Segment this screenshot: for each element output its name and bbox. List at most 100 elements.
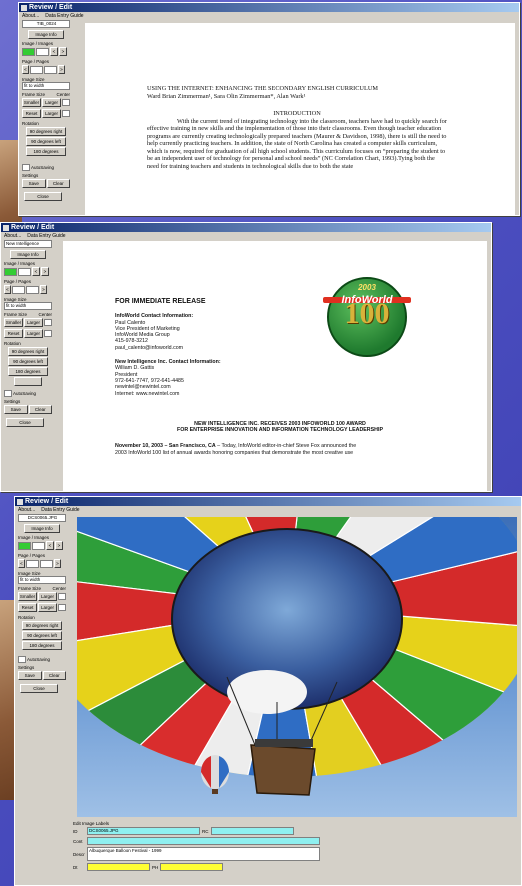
autosave-checkbox[interactable] [18, 656, 26, 663]
center-checkbox[interactable] [58, 593, 66, 600]
center-checkbox-2[interactable] [44, 330, 52, 337]
clear-button[interactable]: Clear [42, 671, 66, 680]
reset-button[interactable]: Reset [18, 603, 37, 612]
window-titlebar[interactable]: Review / Edit [15, 497, 521, 506]
reset-button[interactable]: Reset [4, 329, 23, 338]
rotate-left-button[interactable]: 90 degrees left [22, 631, 62, 640]
label-ph-field[interactable] [160, 863, 224, 871]
autosave-row: AutoSaving [22, 164, 70, 171]
image-viewer[interactable] [77, 517, 517, 817]
menu-data-entry-guide[interactable]: Data Entry Guide [45, 13, 83, 19]
clear-button[interactable]: Clear [28, 405, 52, 414]
save-button[interactable]: Save [18, 671, 42, 680]
headline-line-2: FOR ENTERPRISE INNOVATION AND INFORMATIO… [177, 427, 383, 434]
rotate-180-button[interactable]: 180 degrees [22, 641, 62, 650]
settings-row: Save Clear [4, 404, 52, 415]
image-info-button[interactable]: Image Info [24, 524, 60, 533]
page-first-button[interactable]: < [4, 285, 11, 294]
frame-size-label: Frame Size [18, 586, 42, 591]
larger-button[interactable]: Larger [24, 318, 43, 327]
image-size-select[interactable]: fit to width [18, 576, 66, 584]
label-descr-field[interactable]: Albuquerque Balloon Festival - 1999 [87, 847, 320, 861]
page-next-button[interactable]: > [40, 285, 47, 294]
image-next-button[interactable]: > [41, 267, 49, 276]
image-index-field[interactable] [18, 541, 31, 550]
save-button[interactable]: Save [4, 405, 28, 414]
image-index-field[interactable] [22, 47, 35, 56]
page-index-field[interactable] [30, 65, 43, 74]
image-next-button[interactable]: > [55, 541, 63, 550]
file-id-field[interactable]: New Intelligence Press Rel [4, 240, 52, 248]
rotate-180-button[interactable]: 180 degrees [8, 367, 48, 376]
close-button[interactable]: Close [20, 684, 58, 693]
rotate-180-button[interactable]: 180 degrees [26, 147, 66, 156]
file-id-field[interactable]: TIB_0024 [22, 20, 70, 28]
file-id-field[interactable]: DCS0065.JPG [18, 514, 66, 522]
rotate-left-button[interactable]: 90 degrees left [8, 357, 48, 366]
frame-buttons-row-1: Smaller Larger [22, 97, 70, 108]
lead-text: – Today, InfoWorld editor-in-chief Steve… [215, 443, 357, 450]
image-prev-button[interactable]: < [46, 541, 54, 550]
larger-button-2[interactable]: Larger [42, 109, 61, 118]
menu-about[interactable]: About... [4, 233, 21, 239]
center-label: Center [56, 92, 70, 97]
larger-button[interactable]: Larger [38, 592, 57, 601]
rotate-right-button[interactable]: 90 degrees right [8, 347, 48, 356]
image-prev-button[interactable]: < [50, 47, 58, 56]
autosave-checkbox[interactable] [22, 164, 30, 171]
edit-image-labels-panel: Edit Image Labels ID DCS0065.JPG RC Cont… [73, 821, 513, 883]
image-nav-row: < > [18, 540, 66, 551]
smaller-button[interactable]: Smaller [4, 318, 23, 327]
label-rc-field[interactable] [210, 827, 294, 835]
clear-button[interactable]: Clear [46, 179, 70, 188]
label-cont-field[interactable] [87, 837, 320, 845]
image-next-button[interactable]: > [59, 47, 67, 56]
smaller-button[interactable]: Smaller [18, 592, 37, 601]
label-cont-tag: Cont [73, 838, 83, 844]
page-first-button[interactable]: < [18, 559, 25, 568]
larger-button-2[interactable]: Larger [38, 603, 57, 612]
center-checkbox[interactable] [44, 319, 52, 326]
image-info-button[interactable]: Image Info [28, 30, 64, 39]
center-checkbox-2[interactable] [62, 110, 70, 117]
rotation-label: Rotation [4, 341, 21, 346]
page-index-field[interactable] [26, 559, 39, 568]
image-prev-button[interactable]: < [32, 267, 40, 276]
menu-about[interactable]: About... [22, 13, 39, 19]
page-next-button[interactable]: > [54, 559, 61, 568]
window-titlebar[interactable]: Review / Edit [1, 223, 491, 232]
center-checkbox-2[interactable] [58, 604, 66, 611]
larger-button-2[interactable]: Larger [24, 329, 43, 338]
document-viewer[interactable]: USING THE INTERNET: ENHANCING THE SECOND… [85, 23, 515, 215]
window-titlebar[interactable]: Review / Edit [19, 3, 519, 12]
image-index-field[interactable] [4, 267, 17, 276]
blank-button[interactable] [14, 377, 42, 386]
reset-button[interactable]: Reset [22, 109, 41, 118]
frame-buttons-row-1: Smaller Larger [4, 317, 52, 328]
frame-buttons-row-2: Reset Larger [4, 328, 52, 339]
rotate-left-button[interactable]: 90 degrees left [26, 137, 66, 146]
label-dt-field[interactable] [87, 863, 150, 871]
menu-data-entry-guide[interactable]: Data Entry Guide [27, 233, 65, 239]
image-size-select[interactable]: fit to width [22, 82, 70, 90]
image-size-select[interactable]: fit to width [4, 302, 52, 310]
close-button[interactable]: Close [6, 418, 44, 427]
rotate-right-button[interactable]: 90 degrees right [26, 127, 66, 136]
document-viewer[interactable]: FOR IMMEDIATE RELEASE InfoWorld Contact … [63, 241, 487, 491]
image-info-button[interactable]: Image Info [10, 250, 46, 259]
close-button[interactable]: Close [24, 192, 62, 201]
page-index-field[interactable] [12, 285, 25, 294]
label-id-field[interactable]: DCS0065.JPG [87, 827, 200, 835]
save-button[interactable]: Save [22, 179, 46, 188]
rotate-right-button[interactable]: 90 degrees right [22, 621, 62, 630]
page-next-button[interactable]: > [58, 65, 65, 74]
smaller-button[interactable]: Smaller [22, 98, 41, 107]
page-nav-row: < > [18, 558, 66, 569]
center-checkbox[interactable] [62, 99, 70, 106]
larger-button[interactable]: Larger [42, 98, 61, 107]
autosave-checkbox[interactable] [4, 390, 12, 397]
page-first-button[interactable]: < [22, 65, 29, 74]
menu-about[interactable]: About... [18, 507, 35, 513]
menubar: About... Data Entry Guide [19, 12, 519, 19]
menu-data-entry-guide[interactable]: Data Entry Guide [41, 507, 79, 513]
